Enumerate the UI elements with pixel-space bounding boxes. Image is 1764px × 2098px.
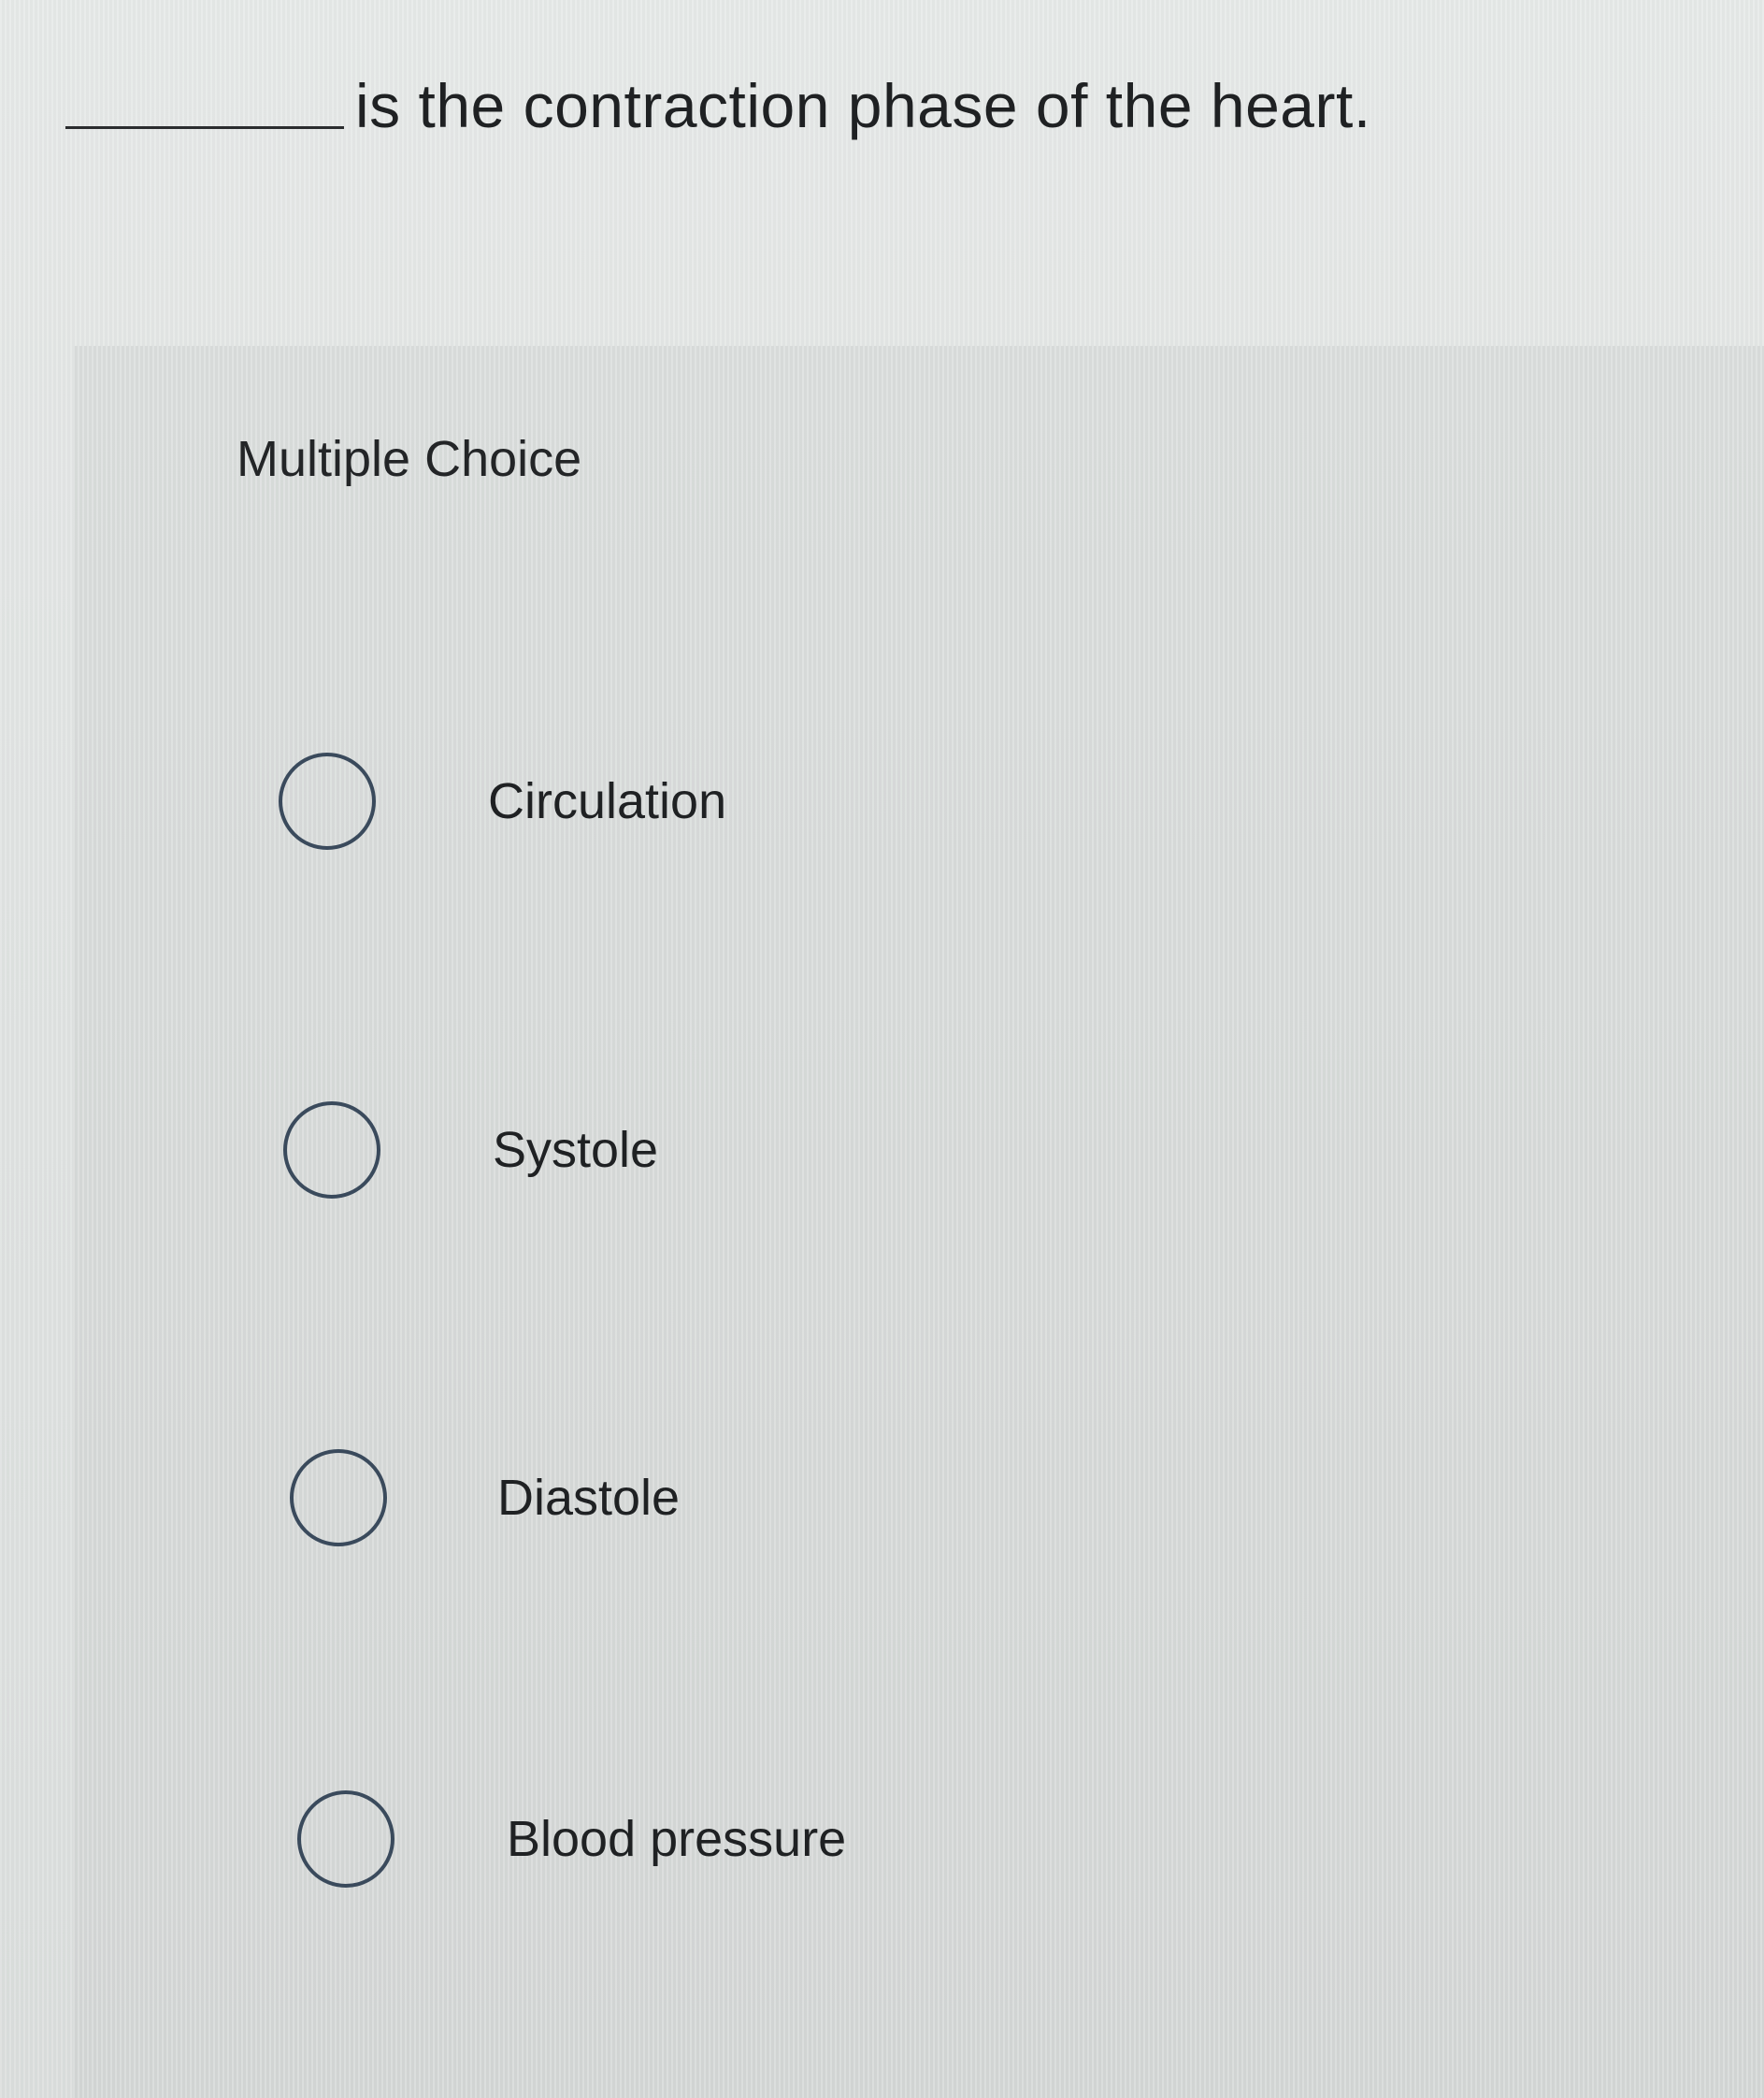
fill-in-blank-line: [65, 126, 344, 129]
question-prompt: is the contraction phase of the heart.: [65, 75, 1371, 142]
option-label[interactable]: Systole: [493, 1125, 658, 1175]
answer-option-diastole[interactable]: Diastole: [290, 1449, 680, 1546]
question-type-label: Multiple Choice: [237, 431, 582, 487]
question-text: is the contraction phase of the heart.: [355, 71, 1371, 140]
radio-button[interactable]: [297, 1790, 394, 1888]
answer-option-systole[interactable]: Systole: [283, 1101, 658, 1199]
option-label[interactable]: Blood pressure: [507, 1814, 846, 1864]
radio-button[interactable]: [283, 1101, 380, 1199]
answer-option-circulation[interactable]: Circulation: [279, 753, 726, 850]
answer-option-blood-pressure[interactable]: Blood pressure: [297, 1790, 846, 1888]
radio-button[interactable]: [279, 753, 376, 850]
option-label[interactable]: Circulation: [488, 776, 726, 826]
radio-button[interactable]: [290, 1449, 387, 1546]
answer-panel: Multiple Choice Circulation Systole Dias…: [73, 346, 1764, 2098]
option-label[interactable]: Diastole: [497, 1473, 680, 1523]
